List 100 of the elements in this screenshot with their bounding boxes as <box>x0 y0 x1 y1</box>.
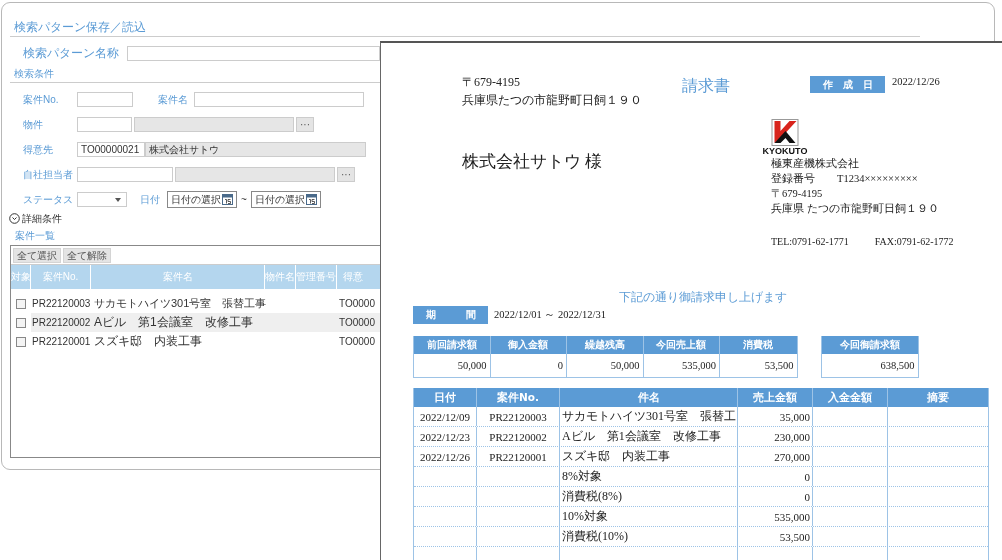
toolbar-button[interactable]: 全て選択 <box>13 248 61 263</box>
table-cell-text: TO0000 <box>338 317 376 328</box>
table-cell: 8%対象 <box>562 468 602 485</box>
table-cell: 消費税(8%) <box>562 488 622 505</box>
phone-number: TEL:0791-62-1771 <box>771 236 849 247</box>
table-cell: PR22120001 <box>489 450 547 463</box>
postal-code: 〒679-4195 <box>462 74 521 91</box>
browse-button[interactable]: ··· <box>337 167 355 182</box>
field-label: 得意先 <box>23 142 54 157</box>
input-field[interactable]: TO00000021 <box>77 142 145 157</box>
table-cell: PR22120002 <box>31 317 91 328</box>
table-cell: 0 <box>804 470 810 483</box>
table-cell-text: 535,000 <box>680 359 717 373</box>
checkbox[interactable] <box>16 336 26 347</box>
issuer-line: 登録番号 T1234××××××××× <box>771 172 919 186</box>
section-title: 検索条件 <box>13 67 54 80</box>
field-label: ステータス <box>23 192 74 207</box>
table-cell: PR22120001 <box>31 336 91 347</box>
section-title: 案件一覧 <box>15 229 55 242</box>
input-field[interactable] <box>134 117 294 132</box>
range-separator: ~ <box>240 194 248 205</box>
calendar-icon <box>222 194 233 205</box>
table-cell: 2022/12/26 <box>419 450 471 463</box>
column-header: 御入金額 <box>490 336 566 354</box>
input-field[interactable] <box>77 117 132 132</box>
created-label: 作 成 日 <box>810 76 885 93</box>
billing-period: 2022/12/01 ～ 2022/12/31 <box>494 308 606 322</box>
table-cell: PR22120003 <box>489 410 547 423</box>
section-title: 検索パターン保存／読込 <box>13 21 146 34</box>
table-cell-text: Aビル 第1会議室 改修工事 <box>93 314 254 331</box>
input-field[interactable] <box>77 167 173 182</box>
table-cell: サカモトハイツ301号室 張替工 <box>562 408 736 425</box>
table-cell: 270,000 <box>774 450 810 463</box>
field-label: 日付 <box>140 192 161 207</box>
table-cell: PR22120002 <box>489 430 547 443</box>
period-label: 期 間 <box>413 306 488 324</box>
calendar-icon <box>306 194 317 205</box>
table-cell: PR22120003 <box>31 298 91 309</box>
column-header: 今回御請求額 <box>821 336 918 354</box>
input-field[interactable]: 株式会社サトウ <box>145 142 366 157</box>
table-cell-text: サカモトハイツ301号室 張替工事 <box>93 296 265 311</box>
table-cell-text: TO0000 <box>338 298 376 309</box>
invoice-message: 下記の通り御請求申し上げます <box>618 289 788 306</box>
browse-button[interactable]: ··· <box>296 117 314 132</box>
table-row[interactable]: PR22120001 スズキ邸 内装工事 TO0000 <box>11 332 381 351</box>
column-header: 案件No. <box>477 388 560 407</box>
column-header: 繰越残高 <box>567 336 643 354</box>
document-title: 請求書 <box>682 76 731 96</box>
created-date: 2022/12/26 <box>892 76 940 87</box>
table-cell: Aビル 第1会議室 改修工事 <box>562 428 721 445</box>
table-cell: 53,500 <box>779 530 810 543</box>
table-cell-text: TO0000 <box>338 336 376 347</box>
field-label: 物件 <box>23 117 44 132</box>
table-cell-text: 50,000 <box>456 359 488 373</box>
table-cell: 0 <box>804 490 810 503</box>
status-dropdown[interactable] <box>77 192 127 207</box>
dropdown-caret-icon <box>115 197 121 202</box>
table-cell-text: 0 <box>556 359 564 373</box>
date-field[interactable]: 日付の選択 <box>167 191 237 208</box>
date-field[interactable]: 日付の選択 <box>251 191 321 208</box>
issuer-line: 兵庫県 たつの市龍野町日飼１９０ <box>771 202 940 216</box>
field-label: 検索パターン名称 <box>23 45 120 62</box>
fax-number: FAX:0791-62-1772 <box>874 236 954 247</box>
table-cell: 230,000 <box>774 430 810 443</box>
table-cell: 2022/12/09 <box>419 410 471 423</box>
input-field[interactable] <box>175 167 335 182</box>
column-header: 消費税 <box>720 336 797 354</box>
table-row[interactable]: PR22120003 サカモトハイツ301号室 張替工事 TO0000 <box>11 294 381 313</box>
company-logo: KYOKUTO <box>760 119 810 156</box>
input-field[interactable] <box>77 92 133 107</box>
column-header: 今回売上額 <box>643 336 719 354</box>
table-cell: 35,000 <box>779 410 810 423</box>
issuer-line: 〒679-4195 <box>771 187 824 201</box>
input-field[interactable] <box>127 46 380 61</box>
column-header: 前回請求額 <box>414 336 490 354</box>
field-label: 案件名 <box>158 92 189 107</box>
field-label: 自社担当者 <box>23 167 74 182</box>
column-header: 日付 <box>414 388 477 407</box>
table-cell-text: 638,500 <box>879 359 916 373</box>
address: 兵庫県たつの市龍野町日飼１９０ <box>462 92 643 109</box>
toolbar-button[interactable]: 全て解除 <box>63 248 111 263</box>
table-cell-text: 50,000 <box>609 359 641 373</box>
table-cell-text: 53,500 <box>763 359 795 373</box>
table-cell-text: スズキ邸 内装工事 <box>93 333 203 350</box>
checkbox[interactable] <box>16 298 26 309</box>
table-cell: 10%対象 <box>562 508 608 525</box>
column-header: 入金金額 <box>813 388 888 407</box>
column-header: 件名 <box>560 388 738 407</box>
table-cell: 2022/12/23 <box>419 430 471 443</box>
checkbox[interactable] <box>16 317 26 328</box>
column-header: 摘要 <box>926 389 950 405</box>
table-cell: スズキ邸 内装工事 <box>562 448 670 465</box>
chevron-down-icon[interactable] <box>9 213 20 224</box>
issuer-line: 極東産機株式会社 <box>771 157 860 171</box>
detail-toggle[interactable]: 詳細条件 <box>22 211 62 226</box>
table-cell: 消費税(10%) <box>562 528 628 545</box>
field-label: 案件No. <box>23 92 60 107</box>
column-header: 売上金額 <box>738 388 813 407</box>
input-field[interactable] <box>194 92 364 107</box>
table-cell: 535,000 <box>774 510 810 523</box>
